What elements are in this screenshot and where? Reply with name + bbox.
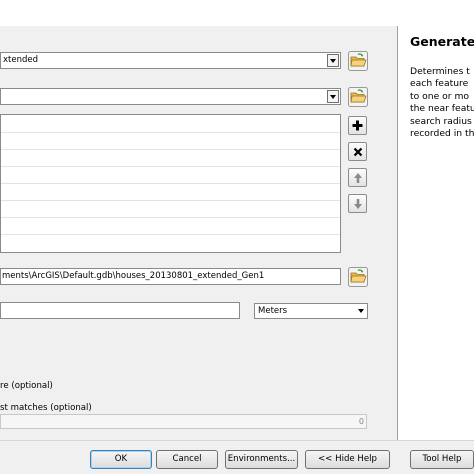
chevron-down-icon[interactable] [327, 54, 339, 67]
output-table-field[interactable]: ments\ArcGIS\Default.gdb\houses_20130801… [0, 268, 341, 285]
input-features-value: xtended [3, 55, 39, 65]
closest-count-field[interactable]: 0 [0, 414, 367, 429]
tool-help-button[interactable]: Tool Help [410, 450, 474, 469]
list-row [1, 132, 340, 133]
folder-icon [348, 51, 368, 71]
near-features-combo[interactable] [0, 88, 341, 105]
list-row [1, 183, 340, 184]
help-line: the near featu [410, 103, 474, 115]
remove-item-button[interactable] [348, 142, 367, 161]
browse-near-features-button[interactable] [348, 87, 368, 107]
input-features-combo[interactable]: xtended [0, 52, 341, 69]
help-pane: Generate Determines t each feature to on… [398, 26, 474, 440]
output-table-value: ments\ArcGIS\Default.gdb\houses_20130801… [2, 271, 265, 281]
add-item-button[interactable] [348, 116, 367, 135]
closest-count-value: 0 [358, 417, 364, 426]
list-row [1, 217, 340, 218]
environments-button[interactable]: Environments... [225, 450, 298, 469]
location-option-label: re (optional) [0, 381, 53, 391]
help-line: to one or mo [410, 90, 470, 102]
near-features-list[interactable] [0, 114, 341, 253]
arrow-up-icon [353, 172, 362, 183]
plus-icon [352, 120, 363, 131]
units-value: Meters [258, 306, 288, 316]
ok-button[interactable]: OK [90, 450, 152, 469]
search-radius-units-select[interactable]: Meters [254, 303, 368, 319]
help-line: search radius [410, 115, 472, 127]
cancel-button[interactable]: Cancel [156, 450, 218, 469]
list-row [1, 234, 340, 235]
closest-matches-label: st matches (optional) [0, 403, 92, 413]
browse-input-features-button[interactable] [348, 51, 368, 71]
close-icon [353, 147, 362, 156]
list-row [1, 200, 340, 201]
search-radius-field[interactable] [0, 302, 240, 319]
hide-help-button[interactable]: << Hide Help [305, 450, 390, 469]
list-row [1, 149, 340, 150]
folder-icon [348, 87, 368, 107]
move-up-button[interactable] [348, 168, 367, 187]
dialog-button-bar: OK Cancel Environments... << Hide Help T… [0, 440, 474, 474]
help-text: Determines t each feature to one or mo t… [410, 66, 474, 140]
arrow-down-icon [353, 198, 362, 209]
chevron-down-icon[interactable] [327, 90, 339, 103]
browse-output-table-button[interactable] [348, 267, 368, 287]
help-line: recorded in th [410, 128, 474, 140]
title-bar [0, 0, 474, 26]
parameters-pane: xtended ments\ArcGIS\Default.gdb\houses_… [0, 26, 398, 440]
help-line: each feature [410, 78, 469, 90]
help-title: Generate [410, 34, 474, 49]
help-line: Determines t [410, 66, 470, 77]
chevron-down-icon[interactable] [358, 309, 364, 313]
list-row [1, 166, 340, 167]
move-down-button[interactable] [348, 194, 367, 213]
folder-icon [348, 267, 368, 287]
